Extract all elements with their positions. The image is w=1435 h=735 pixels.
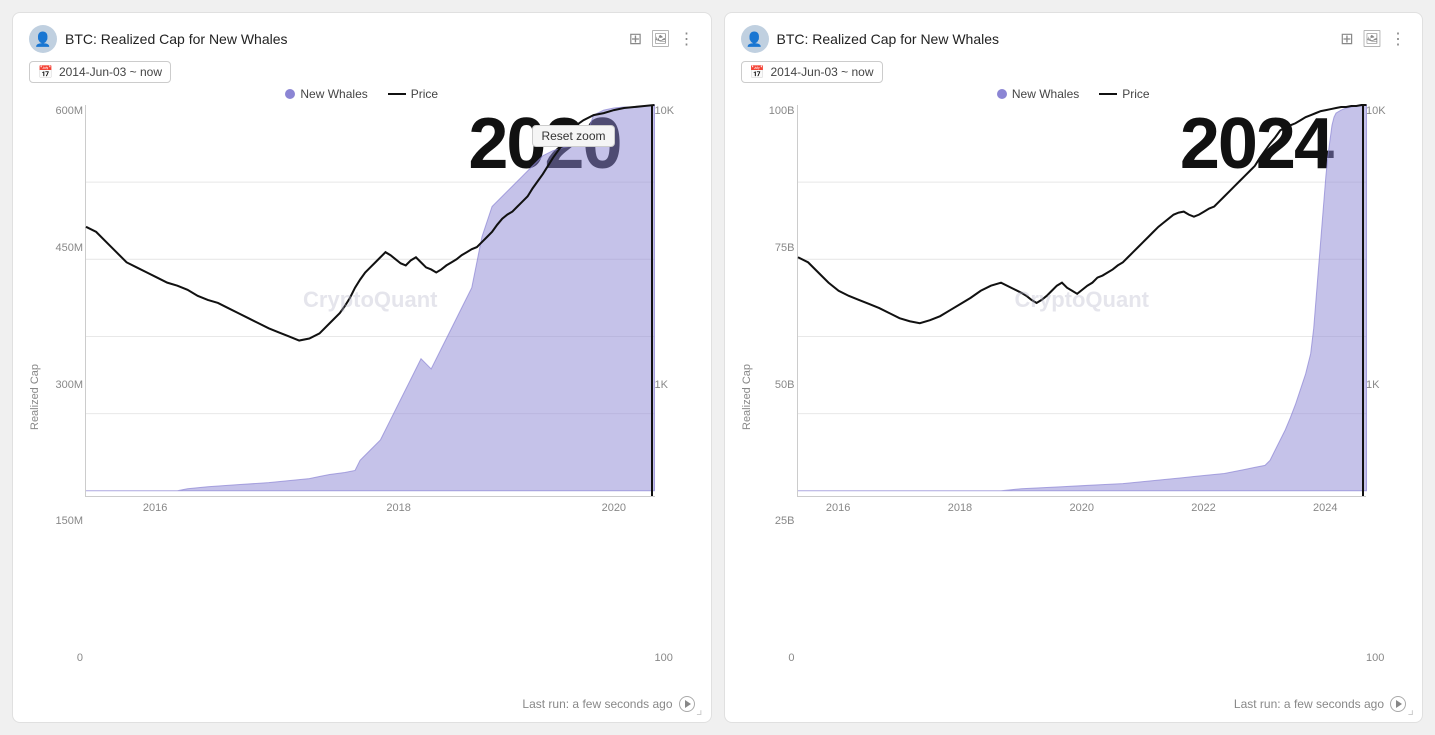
vertical-line-2	[1362, 105, 1364, 496]
legend-line-price-2	[1099, 93, 1117, 95]
chart-svg-2	[798, 105, 1367, 491]
run-button-1[interactable]	[679, 696, 695, 712]
expand-icon-1[interactable]: ⊞	[629, 29, 642, 49]
date-range-text-1: 2014-Jun-03 ~ now	[59, 65, 162, 79]
legend-label-price-1: Price	[411, 87, 438, 101]
legend-item-price-2: Price	[1099, 87, 1149, 101]
chart-area-2: Realized Cap 100B 75B 50B 25B 0 10K 1K 1…	[741, 105, 1407, 688]
card-title-2: BTC: Realized Cap for New Whales	[777, 31, 1000, 47]
footer-text-1: Last run: a few seconds ago	[522, 697, 672, 711]
reset-zoom-1[interactable]: Reset zoom	[532, 125, 614, 147]
card-actions-1: ⊞ 🖼 ⋮	[629, 29, 695, 49]
avatar-1: 👤	[29, 25, 57, 53]
legend-item-whales-2: New Whales	[997, 87, 1079, 101]
legend-label-whales-1: New Whales	[300, 87, 367, 101]
image-icon-1[interactable]: 🖼	[650, 29, 670, 49]
calendar-icon-2: 📅	[750, 65, 765, 79]
legend-dot-whales-1	[285, 89, 295, 99]
chart-inner-1: CryptoQuant Reset zoom 2016	[85, 105, 655, 497]
date-range-1[interactable]: 📅 2014-Jun-03 ~ now	[29, 61, 171, 83]
x-axis-2: 2016 2018 2020 2022 2024	[798, 502, 1367, 514]
legend-1: New Whales Price	[29, 87, 695, 101]
more-icon-1[interactable]: ⋮	[679, 29, 695, 49]
y-axis-title-1: Realized Cap	[29, 105, 41, 688]
chart-card-2024: 👤 BTC: Realized Cap for New Whales ⊞ 🖼 ⋮…	[724, 12, 1424, 723]
chart-svg-1	[86, 105, 655, 491]
vertical-line-1	[651, 105, 653, 496]
chart-card-2020: 👤 BTC: Realized Cap for New Whales ⊞ 🖼 ⋮…	[12, 12, 712, 723]
footer-2: Last run: a few seconds ago	[741, 696, 1407, 712]
card-header-2: 👤 BTC: Realized Cap for New Whales ⊞ 🖼 ⋮	[741, 25, 1407, 53]
y-axis-right-2: 10K 1K 100	[1366, 105, 1402, 664]
y-axis-left-1: 600M 450M 300M 150M 0	[47, 105, 83, 664]
chart-inner-2: CryptoQuant 2016 2018	[797, 105, 1367, 497]
more-icon-2[interactable]: ⋮	[1390, 29, 1406, 49]
x-axis-1: 2016 2018 2020	[86, 502, 655, 514]
image-icon-2[interactable]: 🖼	[1362, 29, 1382, 49]
footer-text-2: Last run: a few seconds ago	[1234, 697, 1384, 711]
corner-mark-1: ⌟	[696, 701, 703, 718]
calendar-icon-1: 📅	[38, 65, 53, 79]
legend-dot-whales-2	[997, 89, 1007, 99]
expand-icon-2[interactable]: ⊞	[1340, 29, 1353, 49]
title-group-1: 👤 BTC: Realized Cap for New Whales	[29, 25, 288, 53]
y-axis-title-2: Realized Cap	[741, 105, 753, 688]
legend-label-whales-2: New Whales	[1012, 87, 1079, 101]
card-header-1: 👤 BTC: Realized Cap for New Whales ⊞ 🖼 ⋮	[29, 25, 695, 53]
corner-mark-2: ⌟	[1407, 701, 1414, 718]
legend-2: New Whales Price	[741, 87, 1407, 101]
chart-area-1: Realized Cap 600M 450M 300M 150M 0 10K 1…	[29, 105, 695, 688]
y-axis-left-2: 100B 75B 50B 25B 0	[759, 105, 795, 664]
legend-line-price-1	[388, 93, 406, 95]
title-group-2: 👤 BTC: Realized Cap for New Whales	[741, 25, 1000, 53]
footer-1: Last run: a few seconds ago	[29, 696, 695, 712]
y-axis-right-1: 10K 1K 100	[655, 105, 691, 664]
date-range-2[interactable]: 📅 2014-Jun-03 ~ now	[741, 61, 883, 83]
run-button-2[interactable]	[1390, 696, 1406, 712]
legend-label-price-2: Price	[1122, 87, 1149, 101]
date-range-text-2: 2014-Jun-03 ~ now	[770, 65, 873, 79]
legend-item-whales-1: New Whales	[285, 87, 367, 101]
avatar-2: 👤	[741, 25, 769, 53]
card-actions-2: ⊞ 🖼 ⋮	[1340, 29, 1406, 49]
legend-item-price-1: Price	[388, 87, 438, 101]
card-title-1: BTC: Realized Cap for New Whales	[65, 31, 288, 47]
